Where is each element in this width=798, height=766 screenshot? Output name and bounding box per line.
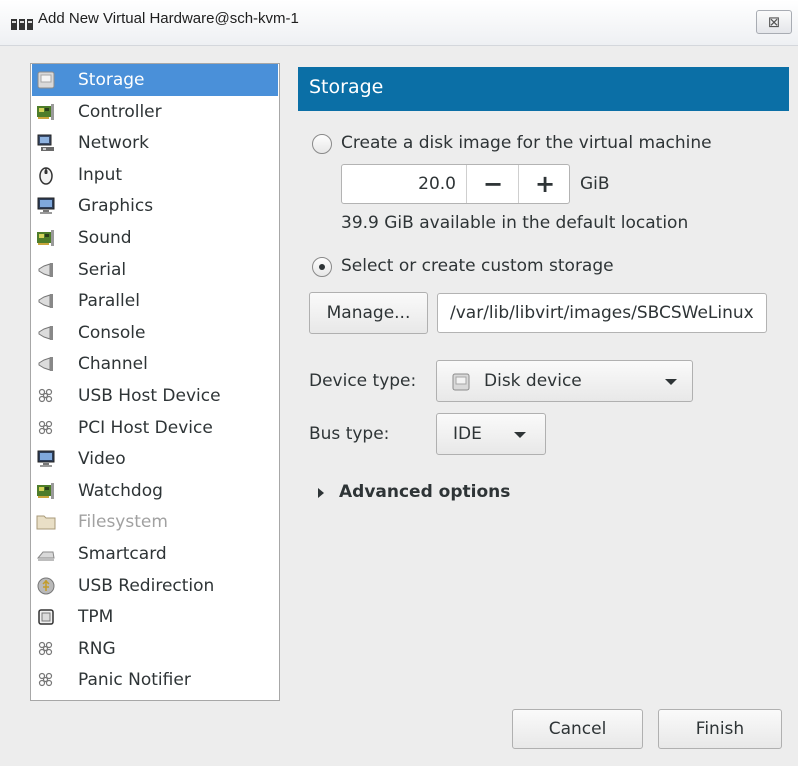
- sidebar-item-label: USB Redirection: [78, 575, 215, 596]
- sidebar-item-label: PCI Host Device: [78, 417, 213, 438]
- sidebar-item-smartcard[interactable]: Smartcard: [32, 538, 278, 570]
- mouse-icon: [36, 165, 56, 185]
- sidebar-item-label: Smartcard: [78, 544, 167, 564]
- close-button[interactable]: ⊠: [756, 10, 792, 34]
- device-icon: [36, 670, 56, 690]
- expander-arrow-icon[interactable]: [318, 488, 324, 498]
- chevron-down-icon: [514, 432, 526, 438]
- chevron-down-icon: [665, 379, 677, 385]
- sidebar-item-filesystem[interactable]: Filesystem: [32, 506, 278, 538]
- plug-icon: [36, 291, 56, 311]
- sidebar-item-pci-host-device[interactable]: PCI Host Device: [32, 412, 278, 444]
- decrement-button[interactable]: −: [467, 165, 519, 203]
- network-icon: [36, 133, 56, 153]
- monitor-icon: [36, 196, 56, 216]
- sidebar-item-rng[interactable]: RNG: [32, 633, 278, 665]
- sidebar-item-label: Sound: [78, 228, 132, 248]
- sidebar-item-parallel[interactable]: Parallel: [32, 285, 278, 317]
- device-icon: [36, 386, 56, 406]
- virt-manager-icon: [11, 19, 33, 30]
- plug-icon: [36, 323, 56, 343]
- sidebar-item-label: TPM: [78, 607, 114, 628]
- close-icon: ⊠: [767, 13, 781, 31]
- plug-icon: [36, 354, 56, 374]
- device-type-value: Disk device: [484, 371, 582, 391]
- plug-icon: [36, 260, 56, 280]
- title-bar: Add New Virtual Hardware@sch-kvm-1 ⊠: [0, 0, 798, 46]
- sidebar-item-watchdog[interactable]: Watchdog: [32, 475, 278, 507]
- custom-storage-radio[interactable]: [312, 257, 332, 277]
- sidebar-item-label: Serial: [78, 259, 127, 280]
- disk-size-spinner[interactable]: 20.0 − +: [341, 164, 570, 204]
- sidebar-item-label: USB Host Device: [78, 386, 221, 406]
- device-type-label: Device type:: [309, 371, 417, 391]
- disk-icon: [36, 70, 56, 90]
- create-disk-radio[interactable]: [312, 134, 332, 154]
- bus-type-label: Bus type:: [309, 424, 390, 444]
- sidebar-item-label: Storage: [78, 70, 145, 90]
- sidebar-item-controller[interactable]: Controller: [32, 96, 278, 128]
- chip-icon: [36, 607, 56, 627]
- sidebar-item-serial[interactable]: Serial: [32, 254, 278, 286]
- sidebar-item-input[interactable]: Input: [32, 159, 278, 191]
- panel-title: Storage: [298, 67, 789, 111]
- size-unit-label: GiB: [580, 174, 610, 194]
- usb-icon: [36, 576, 56, 596]
- sidebar-item-label: Controller: [78, 101, 162, 122]
- sidebar-item-label: Graphics: [78, 196, 154, 217]
- plus-icon: +: [534, 170, 556, 198]
- sidebar-item-label: Filesystem: [78, 512, 168, 533]
- folder-icon: [36, 512, 56, 532]
- sidebar-item-sound[interactable]: Sound: [32, 222, 278, 254]
- sidebar-item-usb-host-device[interactable]: USB Host Device: [32, 380, 278, 412]
- sidebar-item-label: Panic Notifier: [78, 670, 191, 691]
- sidebar-item-label: Input: [78, 164, 123, 185]
- hardware-type-list: Storage Controller Network Input Graphics Sou…: [30, 63, 280, 701]
- sidebar-item-usb-redirection[interactable]: USB Redirection: [32, 570, 278, 602]
- pci-card-icon: [36, 481, 56, 501]
- increment-button[interactable]: +: [519, 165, 571, 203]
- sidebar-item-console[interactable]: Console: [32, 317, 278, 349]
- disk-icon: [452, 373, 470, 391]
- sidebar-item-label: Video: [78, 449, 126, 470]
- sidebar-item-storage[interactable]: Storage: [32, 64, 278, 96]
- sidebar-item-video[interactable]: Video: [32, 443, 278, 475]
- sidebar-item-label: RNG: [78, 638, 116, 659]
- sidebar-item-panic-notifier[interactable]: Panic Notifier: [32, 664, 278, 696]
- sidebar-item-label: Channel: [78, 354, 148, 375]
- storage-path-input[interactable]: /var/lib/libvirt/images/SBCSWeLinux: [437, 293, 767, 333]
- cancel-button[interactable]: Cancel: [512, 709, 643, 749]
- sidebar-item-label: Parallel: [78, 291, 140, 312]
- manage-button[interactable]: Manage...: [309, 292, 428, 334]
- device-type-dropdown[interactable]: Disk device: [436, 360, 693, 402]
- advanced-options-expander[interactable]: Advanced options: [339, 481, 510, 503]
- minus-icon: −: [482, 170, 504, 198]
- pci-card-icon: [36, 228, 56, 248]
- sidebar-item-graphics[interactable]: Graphics: [32, 190, 278, 222]
- sidebar-item-label: Watchdog: [78, 480, 163, 501]
- custom-storage-label[interactable]: Select or create custom storage: [341, 255, 614, 277]
- finish-button[interactable]: Finish: [658, 709, 782, 749]
- sidebar-item-tpm[interactable]: TPM: [32, 601, 278, 633]
- sidebar-item-label: Console: [78, 322, 146, 343]
- pci-card-icon: [36, 102, 56, 122]
- disk-size-value[interactable]: 20.0: [342, 165, 458, 203]
- bus-type-value: IDE: [453, 424, 482, 444]
- bus-type-dropdown[interactable]: IDE: [436, 413, 546, 455]
- window-title: Add New Virtual Hardware@sch-kvm-1: [38, 10, 299, 27]
- create-disk-label[interactable]: Create a disk image for the virtual mach…: [341, 132, 712, 154]
- monitor-icon: [36, 449, 56, 469]
- sidebar-item-channel[interactable]: Channel: [32, 348, 278, 380]
- smartcard-icon: [36, 544, 56, 564]
- device-icon: [36, 639, 56, 659]
- available-space-text: 39.9 GiB available in the default locati…: [341, 213, 689, 233]
- sidebar-item-network[interactable]: Network: [32, 127, 278, 159]
- device-icon: [36, 418, 56, 438]
- sidebar-item-label: Network: [78, 133, 149, 154]
